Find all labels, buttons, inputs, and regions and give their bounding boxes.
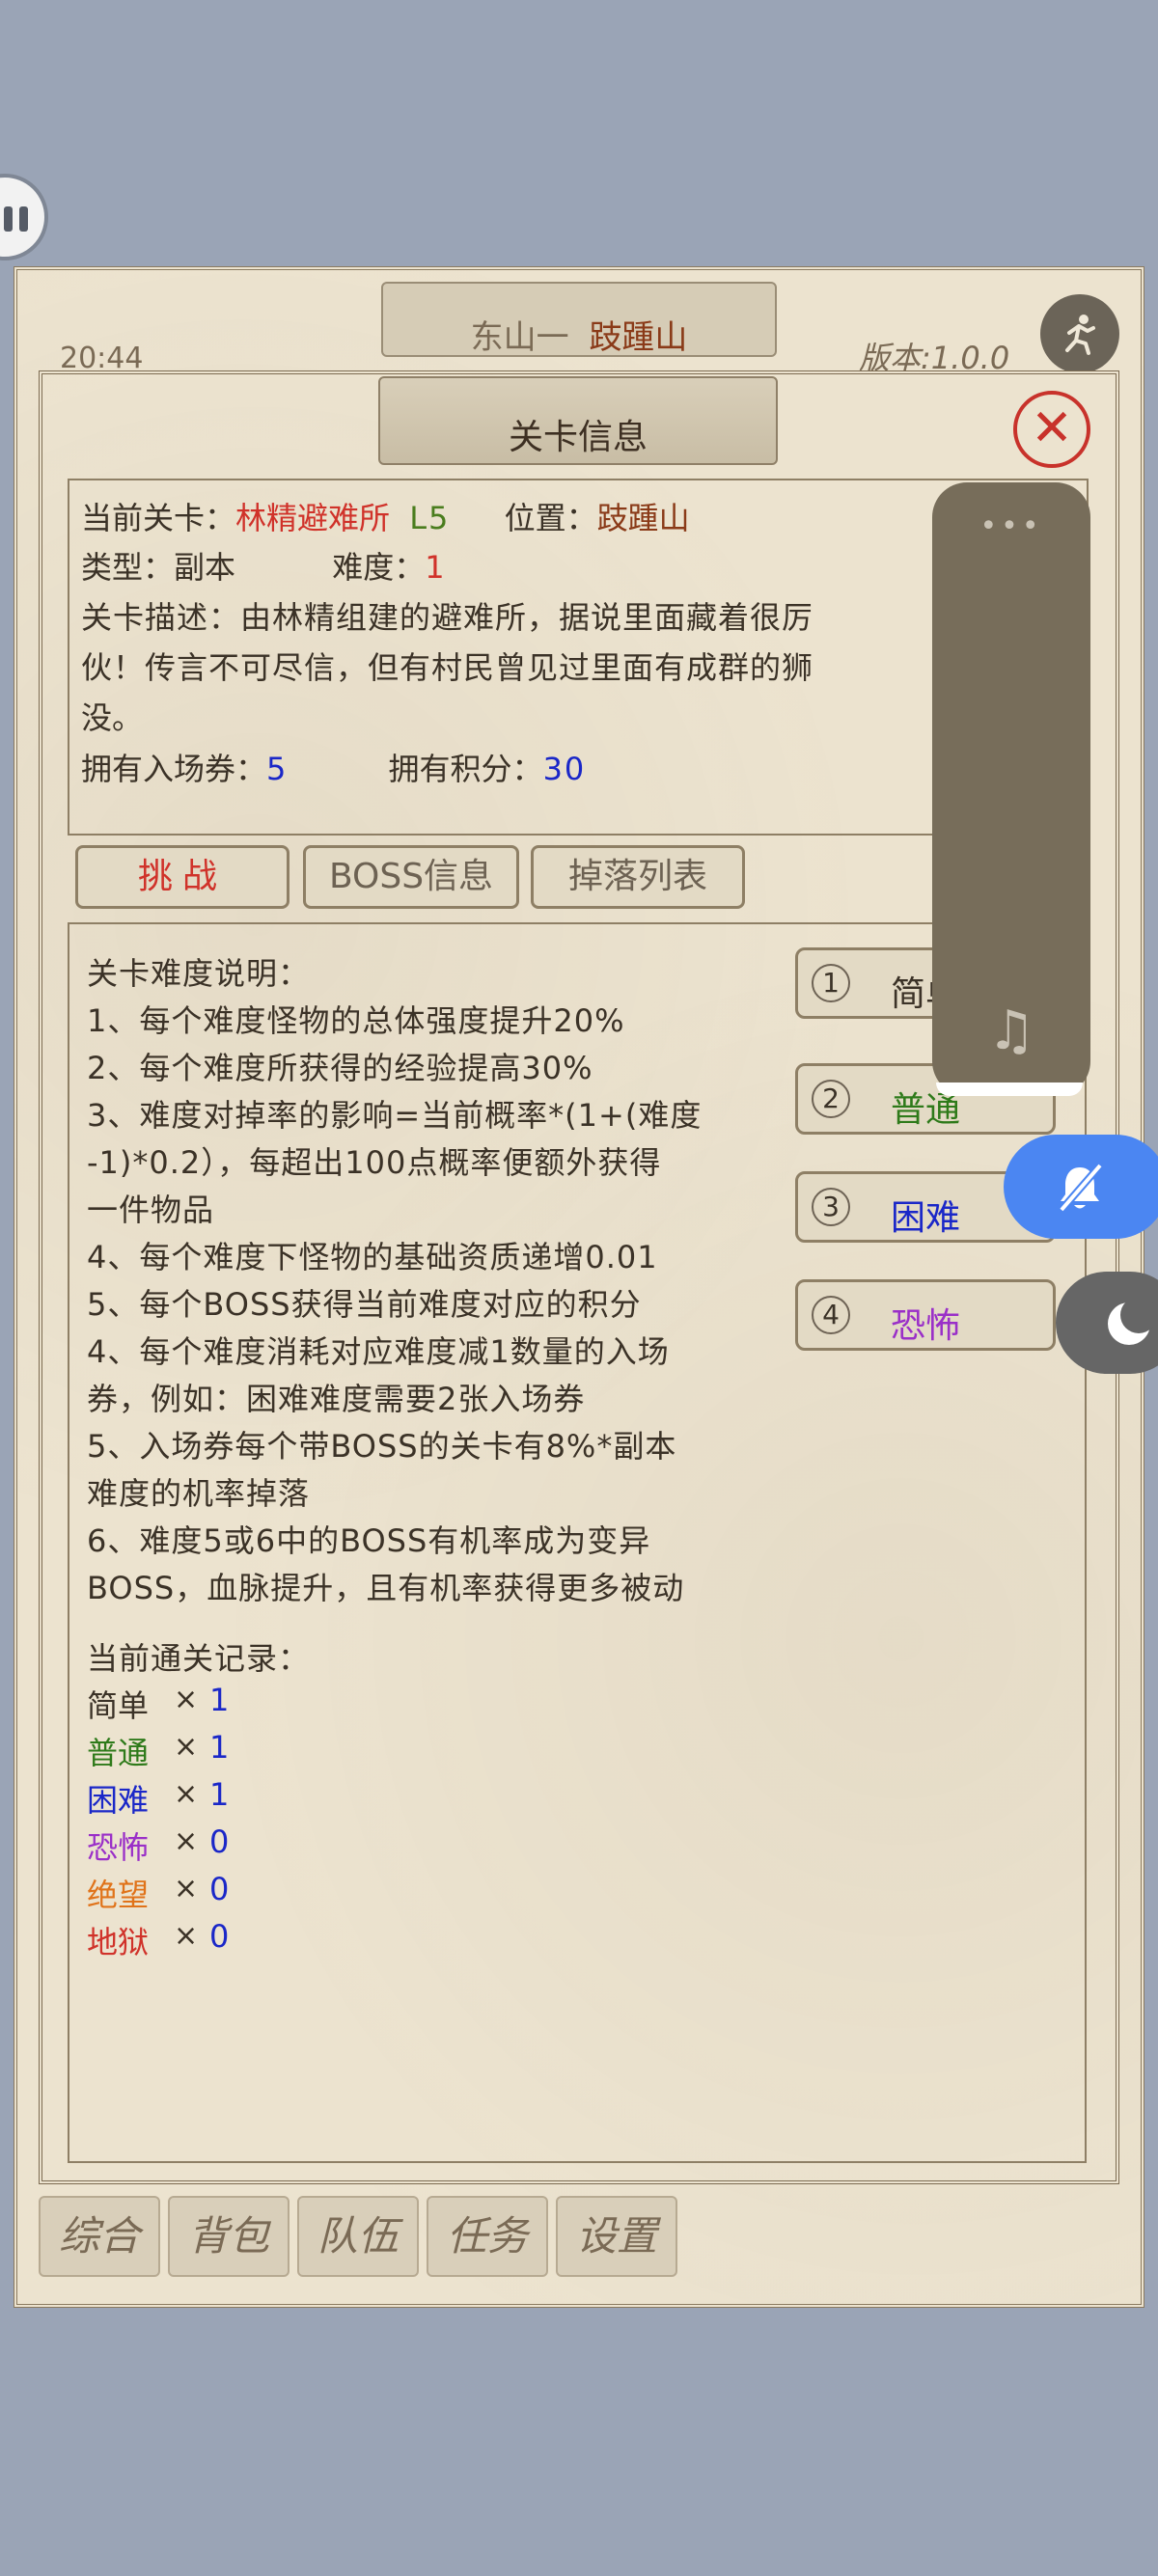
record-value: 1 — [209, 1729, 230, 1766]
times-symbol: × — [174, 1683, 199, 1716]
nav-tab-bag[interactable]: 背包 — [168, 2196, 290, 2277]
location-value: 跂踵山 — [596, 500, 690, 536]
tickets-points-row: 拥有入场券：5 拥有积分：30 — [81, 751, 587, 787]
nav-tab-team[interactable]: 队伍 — [297, 2196, 419, 2277]
record-value: 0 — [209, 1871, 230, 1907]
type-value: 副本 — [174, 549, 236, 586]
stage-desc-line: 没。 — [81, 699, 144, 736]
rule-line: 1、每个难度怪物的总体强度提升20% — [87, 1002, 625, 1039]
times-symbol: × — [174, 1919, 199, 1953]
moon-icon[interactable] — [1056, 1272, 1158, 1374]
difficulty-label: 困难 — [891, 1198, 961, 1238]
tickets-value: 5 — [266, 751, 287, 787]
number-circle-icon: 3 — [812, 1188, 850, 1226]
rule-line: 券，例如：困难难度需要2张入场券 — [87, 1381, 586, 1417]
nav-tab-settings[interactable]: 设置 — [556, 2196, 677, 2277]
tab-boss-info[interactable]: BOSS信息 — [303, 845, 519, 909]
stage-desc-line: 关卡描述：由林精组建的避难所，据说里面藏着很厉 — [81, 599, 814, 636]
rule-line: 一件物品 — [87, 1192, 215, 1228]
rule-line: 6、难度5或6中的BOSS有机率成为变异 — [87, 1522, 651, 1559]
records-title: 当前通关记录： — [87, 1640, 311, 1677]
stage-desc-line: 伙！传言不可尽信，但有村民曾见过里面有成群的狮 — [81, 649, 814, 686]
toolbar-handle — [936, 1082, 1083, 1096]
record-value: 1 — [209, 1682, 230, 1718]
music-note-icon[interactable]: ♫ — [932, 1000, 1090, 1062]
close-icon[interactable]: ✕ — [1013, 391, 1090, 468]
nav-tab-quest[interactable]: 任务 — [427, 2196, 548, 2277]
exit-running-man-icon[interactable] — [1040, 294, 1119, 373]
rule-line: 5、入场券每个带BOSS的关卡有8%*副本 — [87, 1428, 677, 1465]
times-symbol: × — [174, 1872, 199, 1905]
rule-line: 4、每个难度下怪物的基础资质递增0.01 — [87, 1239, 658, 1275]
record-label-easy: 简单 — [87, 1687, 150, 1724]
record-value: 0 — [209, 1823, 230, 1860]
rule-line: 5、每个BOSS获得当前难度对应的积分 — [87, 1286, 642, 1323]
difficulty-label: 恐怖 — [891, 1306, 961, 1346]
tab-challenge[interactable]: 挑战 — [75, 845, 290, 909]
stage-level: L5 — [409, 500, 451, 536]
pause-button[interactable] — [0, 174, 48, 260]
rule-line: 4、每个难度消耗对应难度减1数量的入场 — [87, 1333, 670, 1370]
difficulty-button-terror[interactable]: 4 恐怖 — [795, 1279, 1056, 1351]
number-circle-icon: 4 — [812, 1296, 850, 1334]
times-symbol: × — [174, 1824, 199, 1858]
nav-tab-overview[interactable]: 综合 — [39, 2196, 160, 2277]
record-label-hard: 困难 — [87, 1782, 150, 1819]
points-value: 30 — [542, 751, 587, 787]
rule-line: 2、每个难度所获得的经验提高30% — [87, 1050, 593, 1086]
rule-line: BOSS，血脉提升，且有机率获得更多被动 — [87, 1570, 685, 1606]
times-symbol: × — [174, 1730, 199, 1764]
stage-name-row: 当前关卡：林精避难所 L5 位置：跂踵山 — [81, 500, 690, 536]
record-value: 1 — [209, 1776, 230, 1813]
record-value: 0 — [209, 1918, 230, 1955]
dialog-title: 关卡信息 — [508, 418, 648, 457]
stage-name: 林精避难所 — [235, 500, 391, 536]
number-circle-icon: 2 — [812, 1080, 850, 1118]
tab-drop-list[interactable]: 掉落列表 — [531, 845, 745, 909]
rule-line: 3、难度对掉率的影响=当前概率*(1+(难度 — [87, 1097, 703, 1134]
difficulty-value: 1 — [425, 549, 445, 586]
stage-type-row: 类型：副本 难度：1 — [81, 549, 445, 586]
pause-bar-icon — [4, 206, 13, 232]
bell-off-icon[interactable] — [1004, 1135, 1158, 1239]
record-label-normal: 普通 — [87, 1735, 150, 1771]
rule-line: 难度的机率掉落 — [87, 1475, 311, 1512]
more-dots-icon[interactable]: ••• — [932, 509, 1090, 543]
record-label-hell: 地狱 — [87, 1924, 150, 1960]
record-label-despair: 绝望 — [87, 1877, 150, 1913]
rule-line: -1)*0.2），每超出100点概率便额外获得 — [87, 1144, 662, 1181]
pause-bar-icon — [19, 206, 28, 232]
times-symbol: × — [174, 1777, 199, 1811]
record-label-terror: 恐怖 — [87, 1829, 150, 1866]
background-window-title: 东山一 跂踵山 — [470, 318, 688, 357]
number-circle-icon: 1 — [812, 964, 850, 1002]
rules-title: 关卡难度说明： — [87, 955, 311, 992]
